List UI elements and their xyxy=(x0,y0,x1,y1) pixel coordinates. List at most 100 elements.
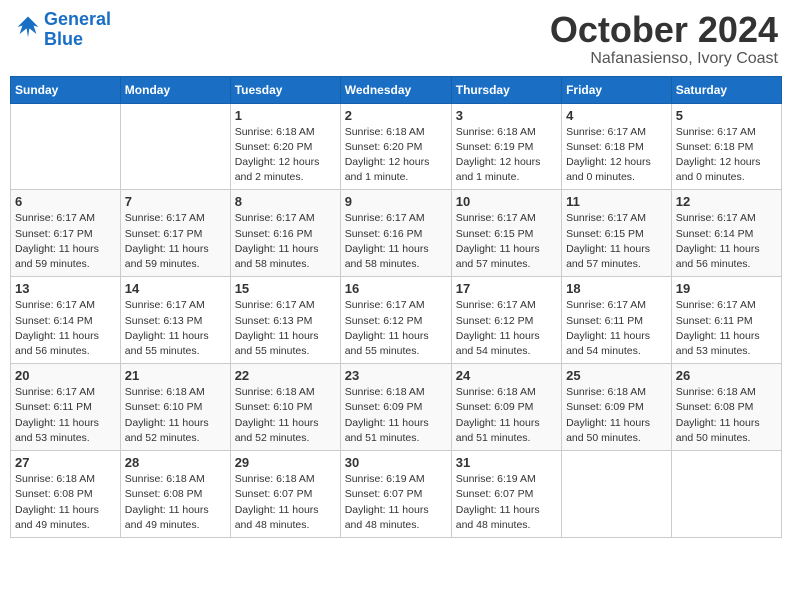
day-detail: Sunrise: 6:17 AM Sunset: 6:15 PM Dayligh… xyxy=(456,211,557,272)
day-number: 18 xyxy=(566,281,667,296)
calendar-cell xyxy=(562,451,672,538)
calendar-cell: 18 Sunrise: 6:17 AM Sunset: 6:11 PM Dayli… xyxy=(562,277,672,364)
day-detail: Sunrise: 6:18 AM Sunset: 6:20 PM Dayligh… xyxy=(235,125,336,186)
day-number: 27 xyxy=(15,455,116,470)
calendar-cell: 24Sunrise: 6:18 AM Sunset: 6:09 PM Dayli… xyxy=(451,364,561,451)
day-detail: Sunrise: 6:17 AM Sunset: 6:18 PM Dayligh… xyxy=(566,125,667,186)
day-number: 12 xyxy=(676,194,777,209)
calendar-cell xyxy=(120,103,230,190)
day-number: 9 xyxy=(345,194,447,209)
title-block: October 2024 Nafanasienso, Ivory Coast xyxy=(550,10,778,68)
calendar-week-row: 13Sunrise: 6:17 AM Sunset: 6:14 PM Dayli… xyxy=(11,277,782,364)
calendar-week-row: 6 Sunrise: 6:17 AM Sunset: 6:17 PM Daylig… xyxy=(11,190,782,277)
day-detail: Sunrise: 6:17 AM Sunset: 6:12 PM Dayligh… xyxy=(456,298,557,359)
calendar-cell: 25Sunrise: 6:18 AM Sunset: 6:09 PM Dayli… xyxy=(562,364,672,451)
day-detail: Sunrise: 6:19 AM Sunset: 6:07 PM Dayligh… xyxy=(345,472,447,533)
day-number: 31 xyxy=(456,455,557,470)
day-detail: Sunrise: 6:17 AM Sunset: 6:11 PM Dayligh… xyxy=(676,298,777,359)
calendar-cell: 29 Sunrise: 6:18 AM Sunset: 6:07 PM Dayli… xyxy=(230,451,340,538)
calendar-cell: 30 Sunrise: 6:19 AM Sunset: 6:07 PM Dayli… xyxy=(340,451,451,538)
month-title: October 2024 xyxy=(550,10,778,50)
calendar-cell: 28 Sunrise: 6:18 AM Sunset: 6:08 PM Dayli… xyxy=(120,451,230,538)
calendar-cell xyxy=(671,451,781,538)
day-number: 8 xyxy=(235,194,336,209)
calendar-cell xyxy=(11,103,121,190)
calendar-cell: 4 Sunrise: 6:17 AM Sunset: 6:18 PM Daylig… xyxy=(562,103,672,190)
weekday-header: Monday xyxy=(120,76,230,103)
calendar-cell: 10 Sunrise: 6:17 AM Sunset: 6:15 PM Dayli… xyxy=(451,190,561,277)
day-detail: Sunrise: 6:18 AM Sunset: 6:08 PM Dayligh… xyxy=(125,472,226,533)
calendar-cell: 9 Sunrise: 6:17 AM Sunset: 6:16 PM Daylig… xyxy=(340,190,451,277)
day-number: 20 xyxy=(15,368,116,383)
day-number: 21 xyxy=(125,368,226,383)
day-detail: Sunrise: 6:17 AM Sunset: 6:13 PM Dayligh… xyxy=(235,298,336,359)
calendar-cell: 13Sunrise: 6:17 AM Sunset: 6:14 PM Dayli… xyxy=(11,277,121,364)
day-number: 17 xyxy=(456,281,557,296)
calendar-cell: 11 Sunrise: 6:17 AM Sunset: 6:15 PM Dayli… xyxy=(562,190,672,277)
day-number: 11 xyxy=(566,194,667,209)
calendar-cell: 15 Sunrise: 6:17 AM Sunset: 6:13 PM Dayli… xyxy=(230,277,340,364)
weekday-header: Sunday xyxy=(11,76,121,103)
calendar-cell: 6 Sunrise: 6:17 AM Sunset: 6:17 PM Daylig… xyxy=(11,190,121,277)
calendar-cell: 31Sunrise: 6:19 AM Sunset: 6:07 PM Dayli… xyxy=(451,451,561,538)
calendar-cell: 20 Sunrise: 6:17 AM Sunset: 6:11 PM Dayli… xyxy=(11,364,121,451)
weekday-header: Friday xyxy=(562,76,672,103)
weekday-header: Saturday xyxy=(671,76,781,103)
day-number: 10 xyxy=(456,194,557,209)
day-detail: Sunrise: 6:17 AM Sunset: 6:17 PM Dayligh… xyxy=(15,211,116,272)
day-detail: Sunrise: 6:17 AM Sunset: 6:12 PM Dayligh… xyxy=(345,298,447,359)
day-detail: Sunrise: 6:17 AM Sunset: 6:17 PM Dayligh… xyxy=(125,211,226,272)
calendar-cell: 2 Sunrise: 6:18 AM Sunset: 6:20 PM Daylig… xyxy=(340,103,451,190)
day-detail: Sunrise: 6:18 AM Sunset: 6:10 PM Dayligh… xyxy=(125,385,226,446)
calendar-cell: 1 Sunrise: 6:18 AM Sunset: 6:20 PM Daylig… xyxy=(230,103,340,190)
calendar-week-row: 27 Sunrise: 6:18 AM Sunset: 6:08 PM Dayli… xyxy=(11,451,782,538)
logo-text: GeneralBlue xyxy=(44,10,111,50)
day-detail: Sunrise: 6:18 AM Sunset: 6:08 PM Dayligh… xyxy=(676,385,777,446)
day-number: 15 xyxy=(235,281,336,296)
day-number: 5 xyxy=(676,108,777,123)
day-number: 22 xyxy=(235,368,336,383)
calendar-cell: 26Sunrise: 6:18 AM Sunset: 6:08 PM Dayli… xyxy=(671,364,781,451)
day-number: 14 xyxy=(125,281,226,296)
calendar-cell: 7Sunrise: 6:17 AM Sunset: 6:17 PM Daylig… xyxy=(120,190,230,277)
calendar-cell: 3 Sunrise: 6:18 AM Sunset: 6:19 PM Daylig… xyxy=(451,103,561,190)
day-number: 2 xyxy=(345,108,447,123)
weekday-header: Wednesday xyxy=(340,76,451,103)
logo-icon xyxy=(14,13,42,41)
calendar-cell: 14Sunrise: 6:17 AM Sunset: 6:13 PM Dayli… xyxy=(120,277,230,364)
day-number: 3 xyxy=(456,108,557,123)
day-detail: Sunrise: 6:18 AM Sunset: 6:09 PM Dayligh… xyxy=(566,385,667,446)
day-number: 1 xyxy=(235,108,336,123)
day-number: 6 xyxy=(15,194,116,209)
day-detail: Sunrise: 6:17 AM Sunset: 6:16 PM Dayligh… xyxy=(235,211,336,272)
calendar-cell: 8 Sunrise: 6:17 AM Sunset: 6:16 PM Daylig… xyxy=(230,190,340,277)
day-number: 23 xyxy=(345,368,447,383)
day-number: 28 xyxy=(125,455,226,470)
calendar-cell: 23 Sunrise: 6:18 AM Sunset: 6:09 PM Dayli… xyxy=(340,364,451,451)
day-detail: Sunrise: 6:17 AM Sunset: 6:16 PM Dayligh… xyxy=(345,211,447,272)
day-detail: Sunrise: 6:17 AM Sunset: 6:18 PM Dayligh… xyxy=(676,125,777,186)
calendar-cell: 22 Sunrise: 6:18 AM Sunset: 6:10 PM Dayli… xyxy=(230,364,340,451)
day-number: 30 xyxy=(345,455,447,470)
calendar-table: SundayMondayTuesdayWednesdayThursdayFrid… xyxy=(10,76,782,538)
day-detail: Sunrise: 6:17 AM Sunset: 6:14 PM Dayligh… xyxy=(15,298,116,359)
day-detail: Sunrise: 6:17 AM Sunset: 6:15 PM Dayligh… xyxy=(566,211,667,272)
weekday-header: Tuesday xyxy=(230,76,340,103)
day-detail: Sunrise: 6:18 AM Sunset: 6:07 PM Dayligh… xyxy=(235,472,336,533)
day-detail: Sunrise: 6:18 AM Sunset: 6:08 PM Dayligh… xyxy=(15,472,116,533)
logo: GeneralBlue xyxy=(14,10,111,50)
day-detail: Sunrise: 6:18 AM Sunset: 6:20 PM Dayligh… xyxy=(345,125,447,186)
day-detail: Sunrise: 6:17 AM Sunset: 6:11 PM Dayligh… xyxy=(15,385,116,446)
day-number: 4 xyxy=(566,108,667,123)
page-header: GeneralBlue October 2024 Nafanasienso, I… xyxy=(10,10,782,68)
calendar-cell: 16 Sunrise: 6:17 AM Sunset: 6:12 PM Dayli… xyxy=(340,277,451,364)
day-detail: Sunrise: 6:18 AM Sunset: 6:09 PM Dayligh… xyxy=(345,385,447,446)
day-detail: Sunrise: 6:18 AM Sunset: 6:19 PM Dayligh… xyxy=(456,125,557,186)
day-number: 29 xyxy=(235,455,336,470)
weekday-header: Thursday xyxy=(451,76,561,103)
day-number: 16 xyxy=(345,281,447,296)
day-detail: Sunrise: 6:18 AM Sunset: 6:10 PM Dayligh… xyxy=(235,385,336,446)
calendar-cell: 19Sunrise: 6:17 AM Sunset: 6:11 PM Dayli… xyxy=(671,277,781,364)
day-detail: Sunrise: 6:17 AM Sunset: 6:11 PM Dayligh… xyxy=(566,298,667,359)
day-detail: Sunrise: 6:17 AM Sunset: 6:14 PM Dayligh… xyxy=(676,211,777,272)
